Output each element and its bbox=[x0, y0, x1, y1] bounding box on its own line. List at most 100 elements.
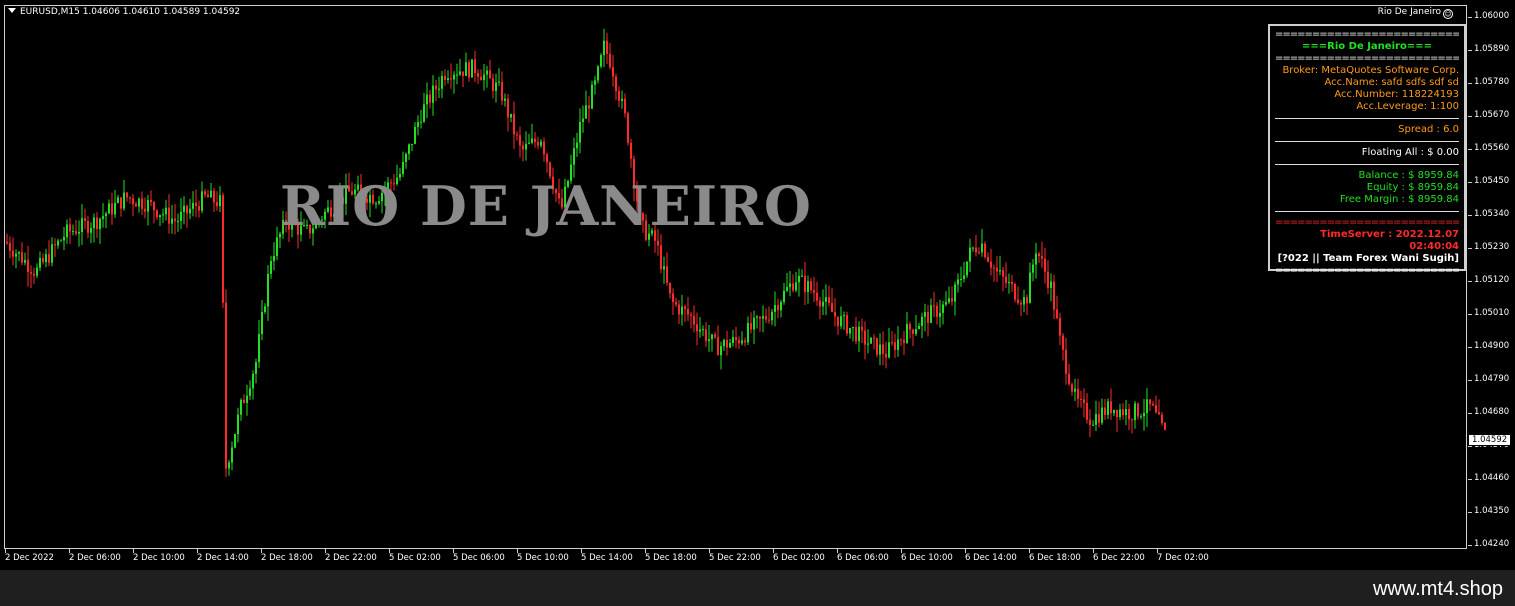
bear-candle bbox=[891, 331, 893, 346]
bear-candle bbox=[873, 334, 875, 350]
bull-candle bbox=[102, 203, 104, 228]
bull-candle bbox=[1146, 388, 1148, 427]
bear-candle bbox=[153, 200, 155, 224]
bull-candle bbox=[99, 217, 101, 244]
bear-candle bbox=[87, 216, 89, 239]
bear-candle bbox=[1005, 262, 1007, 289]
bull-candle bbox=[234, 433, 236, 449]
bull-candle bbox=[930, 298, 932, 324]
bull-candle bbox=[795, 271, 797, 293]
bear-candle bbox=[1077, 378, 1079, 408]
bear-candle bbox=[726, 330, 728, 356]
bull-candle bbox=[621, 90, 623, 109]
panel-red-separator: ============================ bbox=[1275, 217, 1459, 228]
bull-candle bbox=[945, 291, 947, 307]
bull-candle bbox=[711, 333, 713, 352]
bear-candle bbox=[1038, 251, 1040, 264]
bear-candle bbox=[1104, 398, 1106, 420]
bull-candle bbox=[939, 299, 941, 328]
bull-candle bbox=[888, 327, 890, 359]
bull-candle bbox=[219, 186, 221, 213]
bear-candle bbox=[714, 331, 716, 340]
bear-candle bbox=[738, 336, 740, 349]
bear-candle bbox=[903, 330, 905, 356]
bull-candle bbox=[417, 115, 419, 136]
bear-candle bbox=[744, 337, 746, 347]
bear-candle bbox=[186, 204, 188, 228]
site-url[interactable]: www.mt4.shop bbox=[1373, 578, 1503, 601]
expert-advisor-label[interactable]: Rio De Janeiro ☺ bbox=[1378, 7, 1453, 19]
bear-candle bbox=[1053, 274, 1055, 320]
bear-candle bbox=[75, 219, 77, 236]
bull-candle bbox=[504, 93, 506, 107]
time-tick: 7 Dec 02:00 bbox=[1157, 549, 1209, 563]
bear-candle bbox=[894, 333, 896, 358]
bull-candle bbox=[57, 238, 59, 249]
bear-candle bbox=[174, 204, 176, 235]
bear-candle bbox=[141, 191, 143, 216]
bull-candle bbox=[471, 59, 473, 78]
bear-candle bbox=[819, 296, 821, 320]
bull-candle bbox=[597, 65, 599, 84]
bull-candle bbox=[60, 239, 62, 242]
bear-candle bbox=[225, 289, 227, 478]
bear-candle bbox=[546, 152, 548, 173]
bear-candle bbox=[33, 267, 35, 284]
spread-label: Spread : 6.0 bbox=[1398, 124, 1459, 135]
bear-candle bbox=[120, 197, 122, 217]
bull-candle bbox=[249, 380, 251, 400]
symbol-quote-text: EURUSD,M15 1.04606 1.04610 1.04589 1.045… bbox=[20, 7, 241, 17]
bull-candle bbox=[825, 284, 827, 316]
bull-candle bbox=[93, 213, 95, 243]
dropdown-triangle-icon[interactable] bbox=[8, 8, 16, 13]
bull-candle bbox=[1119, 403, 1121, 421]
bear-candle bbox=[933, 291, 935, 318]
bear-candle bbox=[1164, 422, 1166, 431]
bear-candle bbox=[1137, 402, 1139, 420]
bear-candle bbox=[444, 69, 446, 86]
bull-candle bbox=[246, 384, 248, 416]
bear-candle bbox=[1128, 403, 1130, 431]
bull-candle bbox=[957, 273, 959, 293]
bull-candle bbox=[972, 246, 974, 252]
time-tick: 5 Dec 02:00 bbox=[389, 549, 441, 563]
bear-candle bbox=[30, 265, 32, 289]
panel-separator: ============================ bbox=[1275, 265, 1459, 276]
bear-candle bbox=[609, 42, 611, 70]
bear-candle bbox=[693, 305, 695, 333]
bear-candle bbox=[27, 245, 29, 287]
bear-candle bbox=[21, 242, 23, 266]
bear-candle bbox=[1017, 286, 1019, 305]
bull-candle bbox=[822, 289, 824, 316]
bull-candle bbox=[849, 327, 851, 339]
bull-candle bbox=[843, 311, 845, 330]
bear-candle bbox=[876, 337, 878, 358]
bull-candle bbox=[189, 199, 191, 220]
bear-candle bbox=[1098, 401, 1100, 428]
bear-candle bbox=[435, 79, 437, 102]
bull-candle bbox=[45, 248, 47, 268]
time-tick: 5 Dec 18:00 bbox=[645, 549, 697, 563]
bear-candle bbox=[885, 341, 887, 369]
bear-candle bbox=[522, 140, 524, 162]
bear-candle bbox=[990, 248, 992, 276]
time-tick: 6 Dec 18:00 bbox=[1029, 549, 1081, 563]
time-tick: 2 Dec 06:00 bbox=[69, 549, 121, 563]
bear-candle bbox=[477, 69, 479, 84]
bull-candle bbox=[192, 191, 194, 217]
bear-candle bbox=[534, 131, 536, 148]
bull-candle bbox=[573, 137, 575, 178]
bull-candle bbox=[252, 370, 254, 400]
bear-candle bbox=[864, 321, 866, 360]
bull-candle bbox=[594, 76, 596, 95]
bear-candle bbox=[507, 93, 509, 132]
bull-candle bbox=[1023, 289, 1025, 313]
bull-candle bbox=[237, 407, 239, 443]
bear-candle bbox=[513, 101, 515, 150]
price-tick: 1.05010 bbox=[1467, 308, 1510, 318]
bear-candle bbox=[168, 194, 170, 234]
bear-candle bbox=[804, 261, 806, 305]
smiley-icon[interactable]: ☺ bbox=[1443, 9, 1453, 19]
bull-candle bbox=[39, 251, 41, 272]
bear-candle bbox=[1062, 332, 1064, 361]
